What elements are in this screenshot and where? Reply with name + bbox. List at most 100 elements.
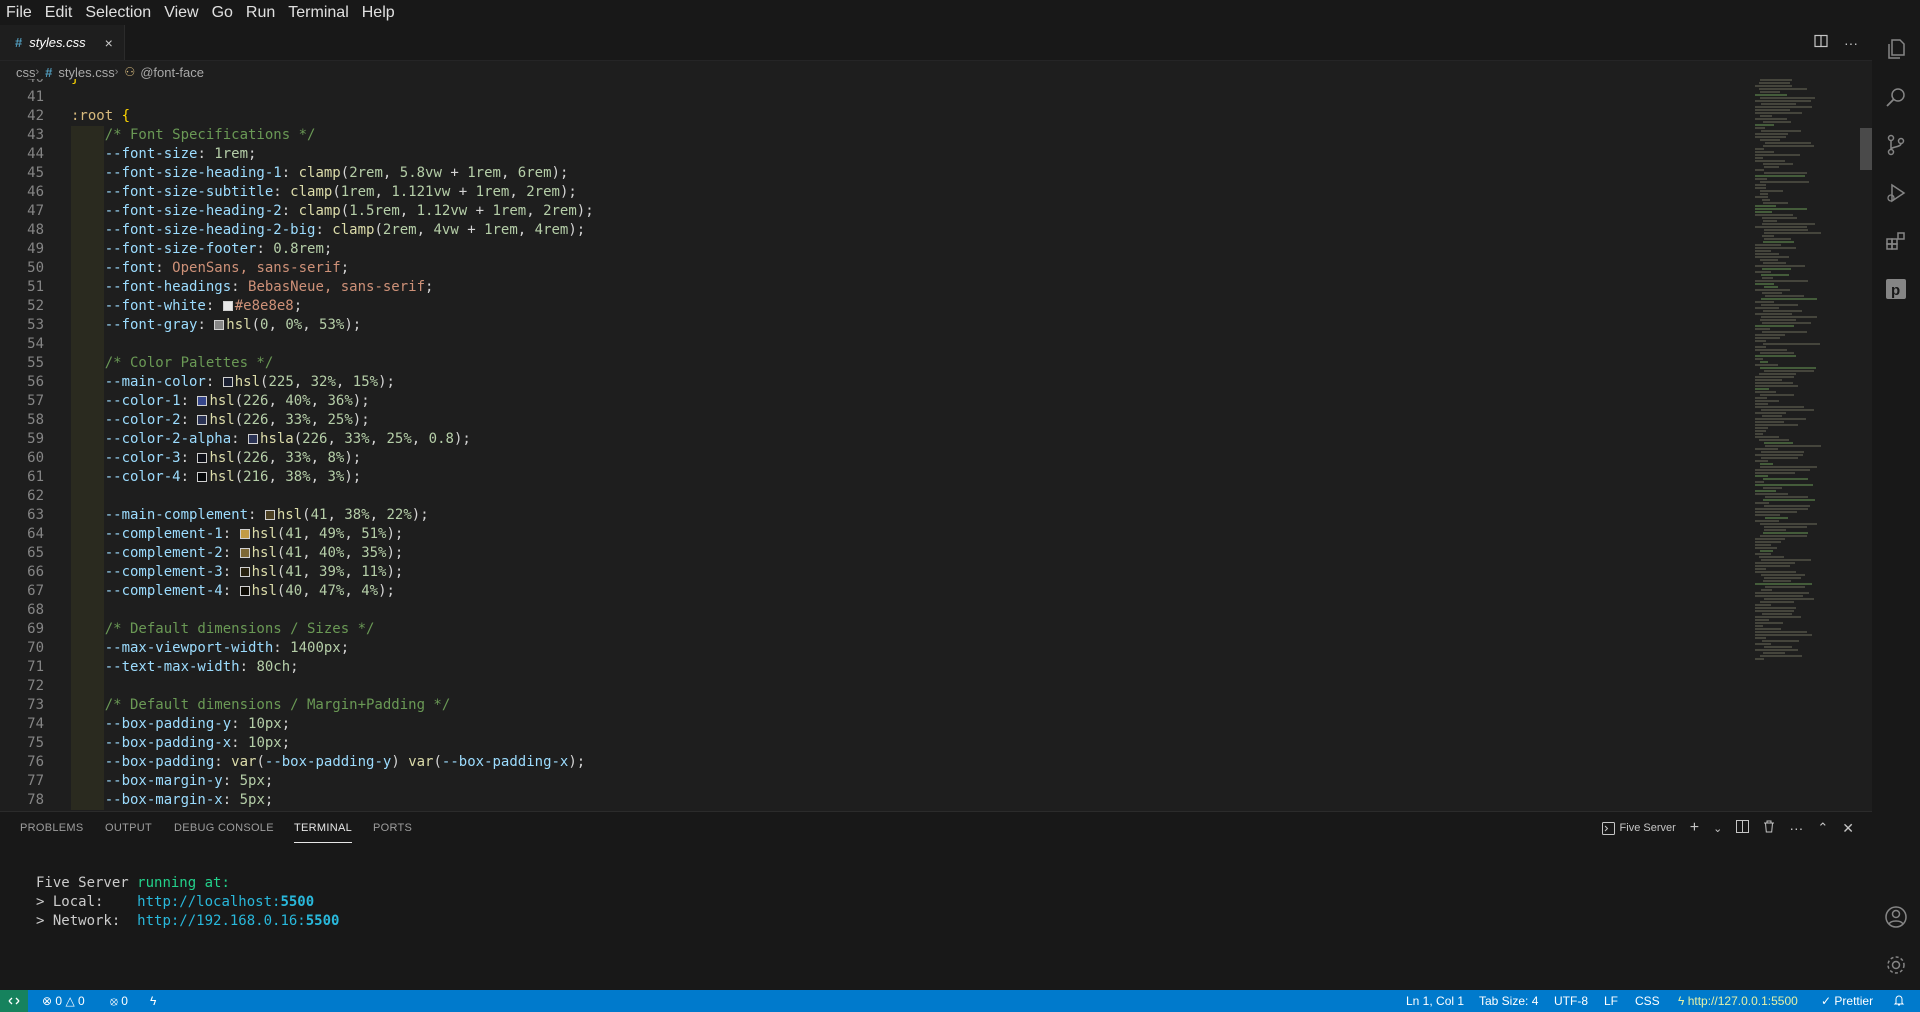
local-url-link[interactable]: http://localhost:5500 [137,894,314,910]
code-line[interactable]: 40} [0,79,1740,88]
code-line[interactable]: 74 --box-padding-y: 10px; [0,715,1740,734]
chevron-down-icon[interactable]: ⌄ [1713,822,1722,835]
problems-indicator[interactable]: ⊗ 0 △ 0 [42,990,85,1012]
menu-terminal[interactable]: Terminal [282,0,355,25]
code-line[interactable]: 55 /* Color Palettes */ [0,354,1740,373]
editor-scrollbar[interactable] [1860,128,1872,170]
code-line[interactable]: 78 --box-margin-x: 5px; [0,791,1740,810]
terminal-output[interactable]: Five Server running at: > Local: http://… [36,874,339,931]
menu-go[interactable]: Go [206,0,240,25]
menu-help[interactable]: Help [356,0,402,25]
notifications-bell-icon[interactable] [1893,990,1905,1012]
code-line[interactable]: 69 /* Default dimensions / Sizes */ [0,620,1740,639]
minimap[interactable] [1745,79,1860,810]
account-icon[interactable] [1884,905,1908,929]
color-swatch[interactable] [197,453,208,463]
color-swatch[interactable] [239,586,250,596]
code-line[interactable]: 66 --complement-3: hsl(41, 39%, 11%); [0,563,1740,582]
code-line[interactable]: 68 [0,601,1740,620]
explorer-icon[interactable] [1884,37,1908,61]
network-url-link[interactable]: http://192.168.0.16:5500 [137,913,339,929]
code-line[interactable]: 65 --complement-2: hsl(41, 40%, 35%); [0,544,1740,563]
menu-file[interactable]: File [0,0,39,25]
extensions-icon[interactable] [1884,229,1908,253]
code-line[interactable]: 67 --complement-4: hsl(40, 47%, 4%); [0,582,1740,601]
encoding[interactable]: UTF-8 [1554,990,1588,1012]
code-line[interactable]: 46 --font-size-subtitle: clamp(1rem, 1.1… [0,183,1740,202]
menu-view[interactable]: View [158,0,205,25]
split-editor-icon[interactable] [1814,34,1828,51]
new-terminal-icon[interactable]: + [1690,819,1699,837]
search-icon[interactable] [1884,85,1908,109]
remote-indicator[interactable] [0,990,28,1012]
color-swatch[interactable] [197,396,208,406]
code-line[interactable]: 70 --max-viewport-width: 1400px; [0,639,1740,658]
code-line[interactable]: 64 --complement-1: hsl(41, 49%, 51%); [0,525,1740,544]
language-mode[interactable]: CSS [1635,990,1660,1012]
maximize-panel-icon[interactable]: ⌃ [1817,820,1828,836]
code-line[interactable]: 53 --font-gray: hsl(0, 0%, 53%); [0,316,1740,335]
color-swatch[interactable] [264,510,275,520]
trash-icon[interactable] [1763,820,1775,836]
code-line[interactable]: 58 --color-2: hsl(226, 33%, 25%); [0,411,1740,430]
code-line[interactable]: 57 --color-1: hsl(226, 40%, 36%); [0,392,1740,411]
terminal-selector[interactable]: Five Server [1601,821,1676,835]
code-line[interactable]: 47 --font-size-heading-2: clamp(1.5rem, … [0,202,1740,221]
code-line[interactable]: 48 --font-size-heading-2-big: clamp(2rem… [0,221,1740,240]
tab-styles-css[interactable]: # styles.css × [0,25,125,60]
code-line[interactable]: 63 --main-complement: hsl(41, 38%, 22%); [0,506,1740,525]
code-line[interactable]: 43 /* Font Specifications */ [0,126,1740,145]
code-editor[interactable]: 40}4142:root {43 /* Font Specifications … [0,79,1740,810]
color-swatch[interactable] [222,377,233,387]
color-swatch[interactable] [214,320,225,330]
prettier-status[interactable]: ✓ Prettier [1821,990,1873,1012]
more-actions-icon[interactable]: ··· [1844,35,1858,51]
code-line[interactable]: 56 --main-color: hsl(225, 32%, 15%); [0,373,1740,392]
code-line[interactable]: 42:root { [0,107,1740,126]
run-debug-icon[interactable] [1884,181,1908,205]
code-line[interactable]: 59 --color-2-alpha: hsla(226, 33%, 25%, … [0,430,1740,449]
breadcrumb-folder[interactable]: css [16,65,36,80]
code-line[interactable]: 45 --font-size-heading-1: clamp(2rem, 5.… [0,164,1740,183]
code-line[interactable]: 61 --color-4: hsl(216, 38%, 3%); [0,468,1740,487]
menu-edit[interactable]: Edit [39,0,80,25]
code-line[interactable]: 54 [0,335,1740,354]
tab-output[interactable]: OUTPUT [105,812,152,844]
code-line[interactable]: 60 --color-3: hsl(226, 33%, 8%); [0,449,1740,468]
code-line[interactable]: 72 [0,677,1740,696]
code-line[interactable]: 50 --font: OpenSans, sans-serif; [0,259,1740,278]
ports-indicator[interactable]: ⦻ 0 [110,990,128,1012]
color-swatch[interactable] [239,548,250,558]
tab-terminal[interactable]: TERMINAL [294,812,353,843]
code-line[interactable]: 44 --font-size: 1rem; [0,145,1740,164]
end-of-line[interactable]: LF [1604,990,1618,1012]
code-line[interactable]: 52 --font-white: #e8e8e8; [0,297,1740,316]
code-line[interactable]: 49 --font-size-footer: 0.8rem; [0,240,1740,259]
settings-gear-icon[interactable] [1884,953,1908,977]
tab-ports[interactable]: PORTS [373,812,412,844]
lightning-icon[interactable]: ϟ [150,990,156,1012]
code-line[interactable]: 41 [0,88,1740,107]
color-swatch[interactable] [222,301,233,311]
code-line[interactable]: 62 [0,487,1740,506]
code-line[interactable]: 75 --box-padding-x: 10px; [0,734,1740,753]
menu-selection[interactable]: Selection [79,0,158,25]
cursor-position[interactable]: Ln 1, Col 1 [1406,990,1464,1012]
color-swatch[interactable] [239,567,250,577]
tab-size[interactable]: Tab Size: 4 [1479,990,1538,1012]
color-swatch[interactable] [239,529,250,539]
source-control-icon[interactable] [1884,133,1908,157]
p-extension-icon[interactable]: p [1884,277,1908,301]
five-server-status[interactable]: ϟ http://127.0.0.1:5500 [1678,990,1798,1012]
code-line[interactable]: 76 --box-padding: var(--box-padding-y) v… [0,753,1740,772]
tab-problems[interactable]: PROBLEMS [20,812,84,844]
code-line[interactable]: 71 --text-max-width: 80ch; [0,658,1740,677]
breadcrumb-symbol[interactable]: @font-face [140,65,204,80]
code-line[interactable]: 51 --font-headings: BebasNeue, sans-seri… [0,278,1740,297]
code-line[interactable]: 77 --box-margin-y: 5px; [0,772,1740,791]
close-tab-icon[interactable]: × [105,35,113,51]
menu-run[interactable]: Run [240,0,282,25]
breadcrumb-file[interactable]: styles.css [58,65,114,80]
code-line[interactable]: 73 /* Default dimensions / Margin+Paddin… [0,696,1740,715]
color-swatch[interactable] [197,415,208,425]
